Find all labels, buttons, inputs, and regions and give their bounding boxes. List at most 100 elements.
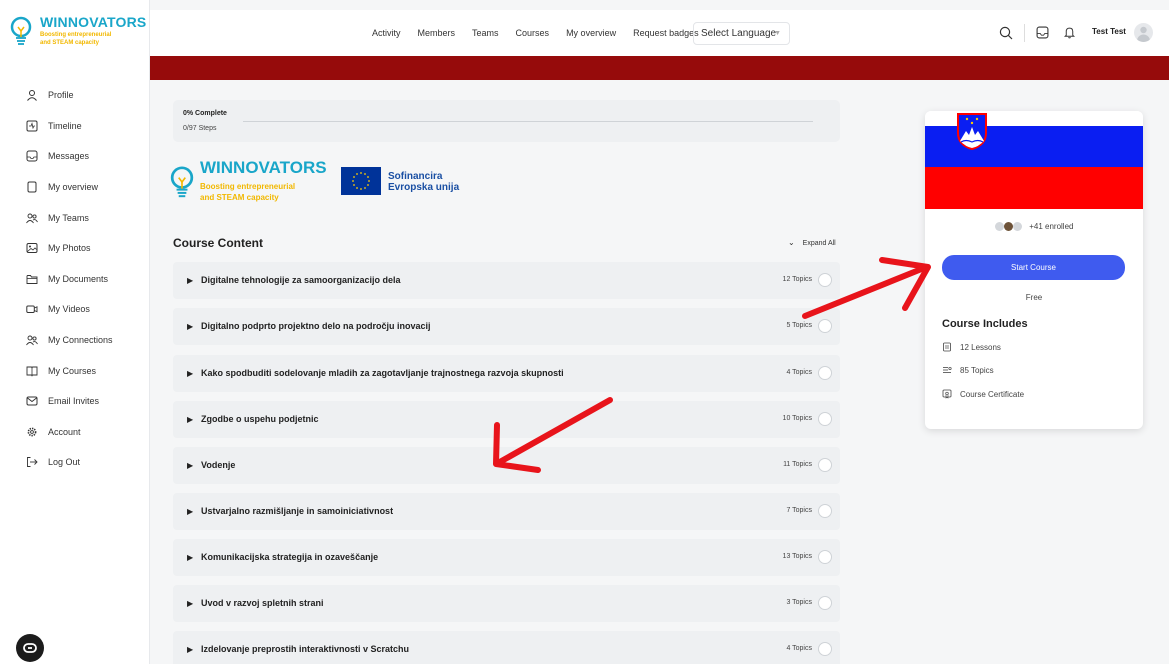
lesson-row[interactable]: ▶ Izdelovanje preprostih interaktivnosti… (173, 631, 840, 664)
site-logo[interactable]: WINNOVATORS Boosting entrepreneurial and… (10, 10, 146, 66)
sidebar-item-my-overview[interactable]: My overview (0, 172, 150, 203)
nav-link-courses[interactable]: Courses (516, 28, 550, 38)
course-price: Free (1025, 293, 1043, 302)
sidebar-item-label: Account (48, 426, 81, 437)
book-icon (26, 366, 38, 377)
chat-icon (23, 643, 37, 653)
start-course-button[interactable]: Start Course (942, 255, 1125, 280)
inbox-icon[interactable] (1036, 26, 1049, 39)
lesson-title[interactable]: Komunikacijska strategija in ozaveščanje (201, 552, 378, 562)
avatar (994, 222, 1004, 232)
course-logo: WINNOVATORS Boosting entrepreneurial and… (170, 158, 350, 206)
sidebar-item-account[interactable]: Account (0, 417, 150, 448)
sidebar-item-my-courses[interactable]: My Courses (0, 355, 150, 386)
sidebar-item-label: My overview (48, 182, 99, 193)
certificate-icon (942, 389, 952, 399)
nav-link-teams[interactable]: Teams (472, 28, 499, 38)
sidebar-nav: Profile Timeline Messages My overview My… (0, 80, 150, 478)
lesson-title[interactable]: Zgodbe o uspehu podjetnic (201, 414, 319, 424)
includes-certificate: Course Certificate (942, 389, 1024, 399)
course-includes-title: Course Includes (942, 318, 1028, 330)
expand-triangle-icon: ▶ (187, 415, 194, 424)
expand-triangle-icon: ▶ (187, 599, 194, 608)
folder-icon (26, 274, 38, 284)
status-circle-icon (818, 319, 832, 333)
progress-steps: 0/97 Steps (183, 125, 217, 132)
logout-icon (27, 457, 38, 468)
lesson-row[interactable]: ▶ Digitalno podprto projektno delo na po… (173, 308, 840, 345)
sidebar-item-my-videos[interactable]: My Videos (0, 294, 150, 325)
sidebar-item-label: Messages (48, 151, 90, 162)
expand-triangle-icon: ▶ (187, 461, 194, 470)
expand-all-button[interactable]: ⌄ Expand All (788, 238, 836, 247)
video-icon (26, 305, 38, 314)
lesson-row[interactable]: ▶ Komunikacijska strategija in ozaveščan… (173, 539, 840, 576)
user-name[interactable]: Test Test (1092, 27, 1126, 36)
lesson-title[interactable]: Kako spodbuditi sodelovanje mladih za za… (201, 368, 564, 378)
sidebar-item-my-teams[interactable]: My Teams (0, 202, 150, 233)
includes-label: 12 Lessons (960, 342, 1001, 352)
lesson-topic-count: 3 Topics (786, 599, 812, 606)
nav-link-request-badges[interactable]: Request badges (633, 28, 699, 38)
lesson-row[interactable]: ▶ Kako spodbuditi sodelovanje mladih za … (173, 355, 840, 392)
course-logo-tagline: and STEAM capacity (200, 193, 279, 202)
eu-line: Evropska unija (388, 182, 460, 193)
status-circle-icon (818, 412, 832, 426)
sidebar-item-log-out[interactable]: Log Out (0, 447, 150, 478)
expand-triangle-icon: ▶ (187, 369, 194, 378)
lesson-title[interactable]: Ustvarjalno razmišljanje in samoiniciati… (201, 506, 393, 516)
sidebar-item-my-connections[interactable]: My Connections (0, 325, 150, 356)
lesson-row[interactable]: ▶ Digitalne tehnologije za samoorganizac… (173, 262, 840, 299)
bell-icon[interactable] (1063, 26, 1076, 39)
lightbulb-icon (10, 16, 32, 45)
users-icon (26, 213, 38, 223)
nav-link-activity[interactable]: Activity (372, 28, 401, 38)
eu-line: Sofinancira (388, 171, 443, 182)
sidebar-item-my-documents[interactable]: My Documents (0, 264, 150, 295)
lesson-row[interactable]: ▶ Zgodbe o uspehu podjetnic 10 Topics (173, 401, 840, 438)
language-select[interactable]: Select Language ▼ (693, 22, 790, 45)
enrolled-label: +41 enrolled (1029, 222, 1074, 231)
search-icon[interactable] (999, 26, 1013, 40)
expand-triangle-icon: ▶ (187, 553, 194, 562)
users-icon (26, 335, 38, 346)
includes-label: Course Certificate (960, 389, 1025, 399)
lesson-title[interactable]: Digitalno podprto projektno delo na podr… (201, 321, 431, 331)
sidebar-item-email-invites[interactable]: Email Invites (0, 386, 150, 417)
nav-link-members[interactable]: Members (418, 28, 456, 38)
sidebar-item-profile[interactable]: Profile (0, 80, 150, 111)
lesson-topic-count: 12 Topics (782, 276, 812, 283)
sidebar-item-label: Timeline (48, 120, 82, 131)
topics-icon (943, 366, 952, 373)
status-circle-icon (818, 458, 832, 472)
chat-button[interactable] (16, 634, 44, 662)
document-icon (27, 181, 37, 193)
status-circle-icon (818, 504, 832, 518)
sidebar-item-label: My Photos (48, 243, 91, 254)
avatar[interactable] (1134, 23, 1153, 42)
top-nav: Activity Members Teams Courses My overvi… (372, 10, 716, 56)
lesson-topic-count: 4 Topics (786, 369, 812, 376)
lesson-topic-count: 5 Topics (786, 322, 812, 329)
lesson-title[interactable]: Digitalne tehnologije za samoorganizacij… (201, 275, 401, 285)
lesson-row[interactable]: ▶ Vodenje 11 Topics (173, 447, 840, 484)
nav-link-my-overview[interactable]: My overview (566, 28, 616, 38)
lesson-title[interactable]: Izdelovanje preprostih interaktivnosti v… (201, 644, 409, 654)
lesson-row[interactable]: ▶ Uvod v razvoj spletnih strani 3 Topics (173, 585, 840, 622)
course-logo-tagline: Boosting entrepreneurial (200, 182, 296, 191)
course-content-title: Course Content (173, 236, 263, 250)
avatar (1012, 222, 1022, 232)
sidebar-item-label: My Connections (48, 335, 113, 346)
expand-triangle-icon: ▶ (187, 645, 194, 654)
sidebar-item-timeline[interactable]: Timeline (0, 111, 150, 142)
sidebar-item-my-photos[interactable]: My Photos (0, 233, 150, 264)
lesson-row[interactable]: ▶ Ustvarjalno razmišljanje in samoinicia… (173, 493, 840, 530)
includes-lessons: 12 Lessons (942, 342, 1001, 352)
includes-label: 85 Topics (960, 365, 994, 375)
lesson-title[interactable]: Vodenje (201, 460, 235, 470)
sidebar-item-messages[interactable]: Messages (0, 141, 150, 172)
lesson-title[interactable]: Uvod v razvoj spletnih strani (201, 598, 324, 608)
inbox-icon (26, 150, 38, 162)
eu-stars-icon (352, 172, 370, 190)
lesson-topic-count: 10 Topics (782, 415, 812, 422)
